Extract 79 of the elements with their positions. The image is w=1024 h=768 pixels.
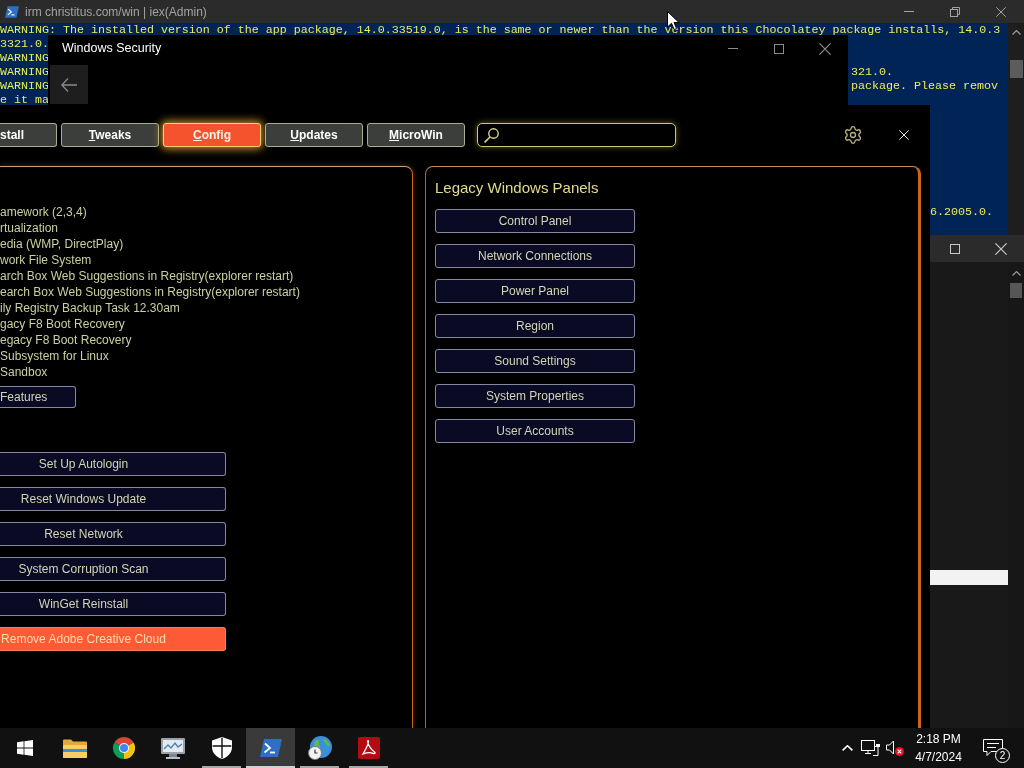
panel-button[interactable]: Control Panel: [435, 209, 635, 233]
logo-tile-icon: [357, 737, 380, 759]
panel-button[interactable]: Region: [435, 314, 635, 338]
folder-icon: [62, 738, 87, 758]
panel-button[interactable]: Sound Settings: [435, 349, 635, 373]
scrollbar-thumb[interactable]: [1010, 283, 1022, 298]
notification-button[interactable]: 2: [970, 728, 1016, 768]
maximize-icon: [774, 43, 784, 54]
close-icon: [996, 6, 1006, 17]
search-field[interactable]: [477, 123, 676, 147]
section-title: Legacy Windows Panels: [435, 178, 599, 198]
close-button[interactable]: [898, 129, 910, 141]
speaker-muted-icon: [886, 740, 904, 756]
tab[interactable]: MicroWin: [367, 123, 465, 147]
clock-button[interactable]: 2:18 PM 4/7/2024: [907, 728, 970, 768]
taskbar-app[interactable]: [246, 728, 295, 768]
settings-button[interactable]: [843, 125, 863, 145]
action-button[interactable]: WinGet Reinstall: [0, 592, 226, 616]
window-title: Windows Security: [62, 40, 162, 58]
close-icon: [819, 42, 831, 55]
feature-label: gacy F8 Boot Recovery: [0, 316, 125, 332]
clock-date: 4/7/2024: [915, 749, 962, 766]
tab[interactable]: Tweaks: [61, 123, 159, 147]
maximize-icon: [950, 243, 960, 254]
console-line: WARNING: [0, 79, 49, 93]
action-button[interactable]: Reset Network: [0, 522, 226, 546]
arrow-left-icon: [61, 77, 77, 92]
feature-label: ily Registry Backup Task 12.30am: [0, 300, 180, 316]
console-line: 3321.0.: [0, 37, 49, 51]
panel-button[interactable]: System Properties: [435, 384, 635, 408]
console-line: package. Please remov: [851, 79, 998, 93]
console-line: e it ma: [0, 93, 49, 107]
feature-label: earch Box Web Suggestions in Registry(explorer restart): [0, 284, 300, 300]
scrollbar-thumb[interactable]: [1009, 60, 1023, 78]
network-icon: [861, 740, 881, 756]
globe-icon: [307, 736, 332, 760]
clock-time: 2:18 PM: [916, 731, 961, 748]
back-button[interactable]: [50, 65, 88, 104]
minimize-icon: [728, 48, 738, 49]
feature-label: rtualization: [0, 220, 59, 236]
minimize-icon: [904, 11, 914, 12]
window-title: irm christitus.com/win | iex(Admin): [25, 3, 207, 21]
windows-logo-icon: [17, 740, 33, 756]
terminal-icon: [259, 739, 282, 757]
chevron-up-icon: [1011, 30, 1021, 35]
close-icon: [899, 130, 909, 140]
console-line: 6.2005.0.: [930, 205, 993, 219]
chevron-up-icon: [1011, 271, 1021, 276]
notification-icon: [983, 739, 1003, 757]
feature-label: edia (WMP, DirectPlay): [0, 236, 124, 252]
features-button[interactable]: Features: [0, 386, 76, 408]
console-line: WARNING: The installed version of the app package, 14.0.33519.0, is the same or newer than the version this Chocolatey package installs, 14.0.3: [0, 23, 1001, 37]
settings-icon: [843, 125, 863, 145]
feature-label: egacy F8 Boot Recovery: [0, 332, 132, 348]
feature-label: amework (2,3,4): [0, 204, 87, 220]
action-button[interactable]: Set Up Autologin: [0, 452, 226, 476]
shield-icon: [211, 737, 232, 759]
panel-button[interactable]: Power Panel: [435, 279, 635, 303]
action-button[interactable]: Reset Windows Update: [0, 487, 226, 511]
feature-label: arch Box Web Suggestions in Registry(explorer restart): [0, 268, 294, 284]
close-icon: [995, 242, 1007, 255]
tab[interactable]: stall: [0, 123, 57, 147]
feature-label: Sandbox: [0, 364, 48, 380]
restore-icon: [950, 6, 960, 17]
console-line: WARNING: [0, 65, 49, 79]
terminal-icon: [5, 5, 19, 18]
monitor-icon: [160, 737, 185, 759]
console-line: WARNING: [0, 51, 49, 65]
console-line: 321.0.: [851, 65, 893, 79]
browser-logo-icon: [112, 737, 135, 759]
panel-button[interactable]: Network Connections: [435, 244, 635, 268]
panel-button[interactable]: User Accounts: [435, 419, 635, 443]
chevron-up-icon: [841, 745, 853, 751]
feature-label: Subsystem for Linux: [0, 348, 109, 364]
search-icon: [484, 127, 499, 143]
notification-count-badge: 2: [995, 748, 1010, 763]
action-button[interactable]: System Corruption Scan: [0, 557, 226, 581]
feature-label: work File System: [0, 252, 92, 268]
tab[interactable]: Updates: [265, 123, 363, 147]
